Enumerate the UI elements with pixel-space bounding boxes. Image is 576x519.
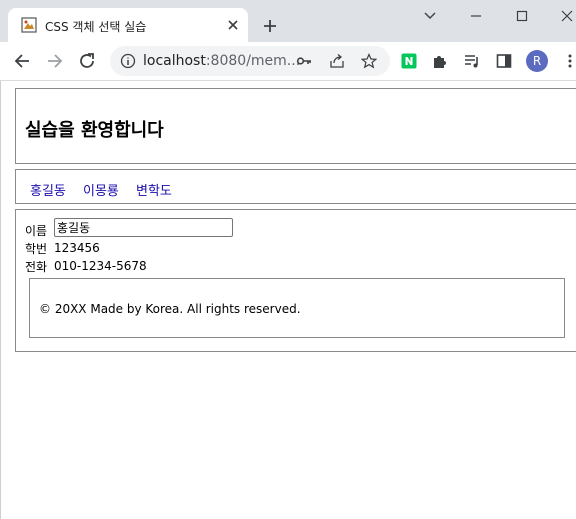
tab-search-chevron-icon[interactable] (416, 6, 444, 26)
browser-tab[interactable]: CSS 객체 선택 실습 (8, 8, 248, 42)
back-arrow-icon[interactable] (11, 50, 33, 72)
bookmark-star-icon[interactable] (361, 53, 377, 69)
name-input[interactable] (54, 218, 233, 237)
page-title: 실습을 환영합니다 (25, 120, 164, 141)
close-tab-icon[interactable] (224, 16, 242, 34)
nav-link-lee[interactable]: 이몽룡 (83, 180, 119, 199)
share-icon[interactable] (329, 53, 345, 69)
student-id-label: 학번 (25, 242, 48, 256)
name-label: 이름 (25, 224, 48, 238)
minimize-icon[interactable] (462, 6, 490, 26)
phone-label: 전화 (25, 260, 48, 274)
nav-link-hong[interactable]: 홍길동 (30, 180, 66, 199)
close-window-icon[interactable] (553, 6, 576, 26)
reload-icon[interactable] (76, 50, 98, 72)
profile-avatar[interactable]: R (526, 50, 548, 72)
page-footer: © 20XX Made by Korea. All rights reserve… (29, 278, 565, 338)
forward-arrow-icon[interactable] (44, 50, 66, 72)
student-id-value: 123456 (54, 241, 100, 255)
key-icon[interactable] (296, 53, 312, 69)
tab-strip: CSS 객체 선택 실습 (0, 0, 576, 42)
menu-kebab-icon[interactable] (562, 53, 576, 69)
url-host: localhost (143, 53, 206, 69)
new-tab-icon[interactable] (258, 14, 282, 38)
phone-value: 010-1234-5678 (54, 259, 147, 273)
url-text[interactable]: localhost:8080/mem... (143, 53, 300, 69)
media-queue-icon[interactable] (464, 53, 480, 69)
tab-title: CSS 객체 선택 실습 (45, 20, 147, 34)
naver-extension-icon[interactable] (401, 53, 417, 69)
maximize-icon[interactable] (508, 6, 536, 26)
address-bar[interactable]: localhost:8080/mem... (110, 46, 390, 76)
url-rest: :8080/mem... (205, 53, 301, 69)
main-section: 이름 학번 123456 전화 010-1234-5678 © 20XX Mad… (15, 209, 576, 352)
page-header: 실습을 환영합니다 (15, 88, 576, 164)
page-favicon-icon (21, 17, 37, 33)
nav-menu: 홍길동 이몽룡 변학도 (15, 169, 576, 204)
side-panel-icon[interactable] (496, 53, 512, 69)
page-viewport: 실습을 환영합니다 홍길동 이몽룡 변학도 이름 학번 123456 전화 01… (0, 81, 576, 519)
copyright-text: © 20XX Made by Korea. All rights reserve… (39, 302, 301, 316)
browser-toolbar: localhost:8080/mem... R (0, 42, 576, 81)
nav-link-byeon[interactable]: 변학도 (136, 180, 172, 199)
site-info-icon[interactable] (120, 53, 136, 69)
extensions-puzzle-icon[interactable] (432, 53, 448, 69)
